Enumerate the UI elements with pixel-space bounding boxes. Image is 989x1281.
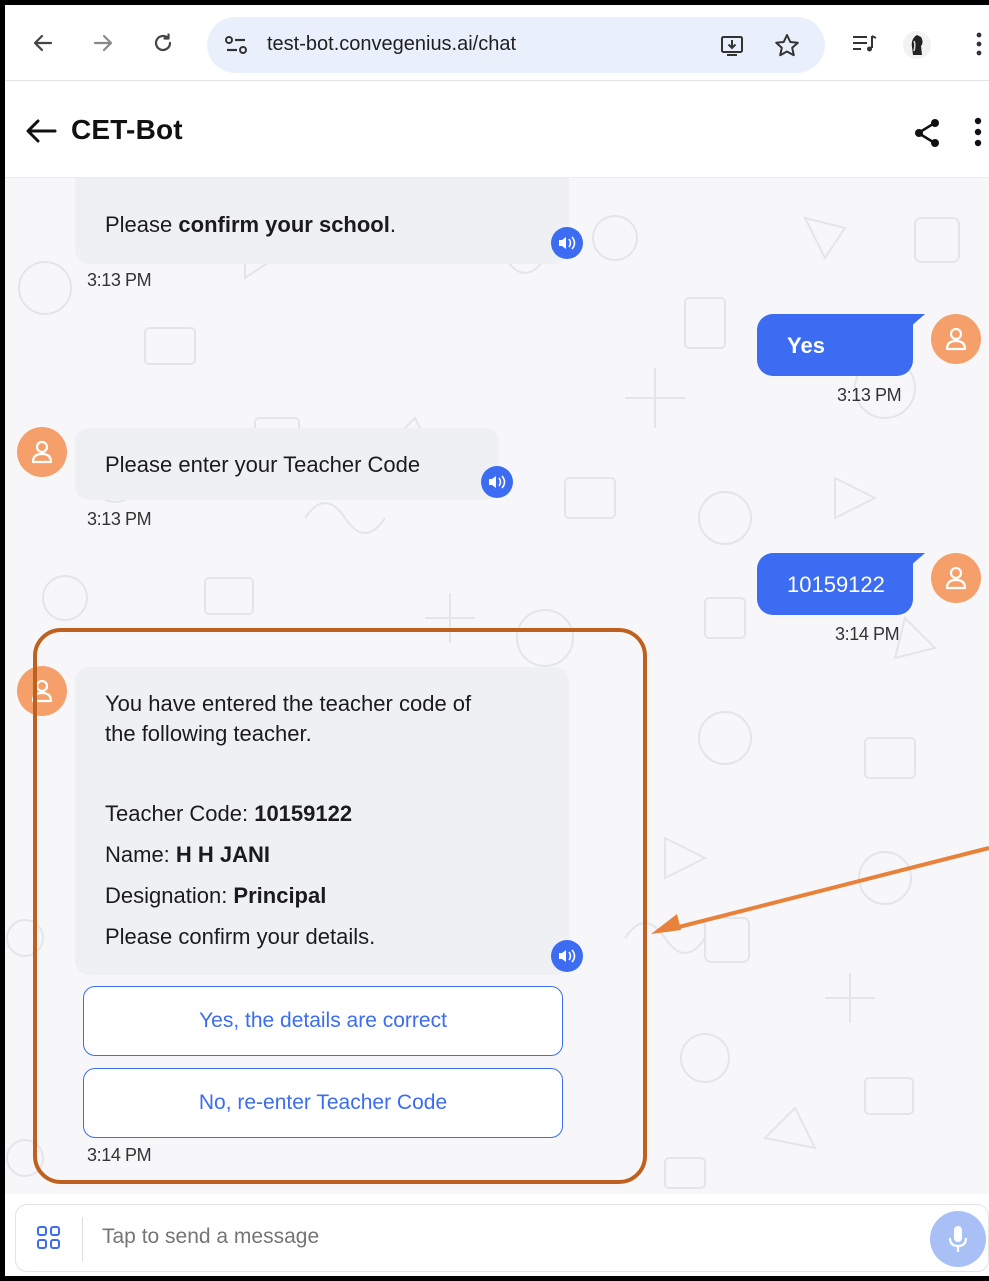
url-text[interactable]: test-bot.convegenius.ai/chat — [267, 33, 516, 56]
app-header: CET-Bot — [5, 82, 989, 178]
site-settings-icon[interactable] — [223, 33, 249, 57]
user-message-yes: Yes — [757, 314, 913, 376]
browser-menu-icon[interactable] — [975, 31, 983, 57]
bookmark-star-icon[interactable] — [773, 32, 801, 60]
bot-message-confirm-school: Please confirm your school. — [75, 178, 569, 264]
bot-message-enter-teacher-code: Please enter your Teacher Code — [75, 428, 499, 500]
user-icon — [945, 327, 967, 351]
voice-input-button[interactable] — [930, 1211, 986, 1267]
more-options-icon[interactable] — [973, 116, 983, 148]
microphone-icon — [948, 1226, 968, 1252]
screenshot-frame: test-bot.convegenius.ai/chat CET-Bot Ple… — [0, 0, 989, 1281]
browser-forward-button[interactable] — [87, 27, 119, 59]
message-time: 3:13 PM — [87, 509, 152, 529]
message-text-bold: confirm your school — [178, 212, 390, 237]
user-avatar — [931, 314, 981, 364]
speaker-icon — [489, 475, 506, 489]
browser-back-button[interactable] — [27, 27, 59, 59]
chat-area[interactable]: Please confirm your school. 3:13 PM Yes … — [5, 178, 989, 1194]
play-audio-button[interactable] — [551, 227, 583, 259]
browser-window: test-bot.convegenius.ai/chat CET-Bot Ple… — [5, 5, 989, 1276]
media-controls-icon[interactable] — [851, 33, 879, 55]
back-arrow-icon[interactable] — [25, 118, 57, 144]
arrow-right-icon — [93, 34, 113, 52]
message-text-part: . — [389, 212, 396, 237]
annotation-arrow — [651, 846, 989, 934]
message-text: Yes — [787, 333, 825, 358]
browser-toolbar: test-bot.convegenius.ai/chat — [5, 5, 989, 81]
message-composer — [5, 1194, 989, 1276]
browser-reload-button[interactable] — [147, 27, 179, 59]
bot-avatar — [17, 427, 67, 477]
share-icon[interactable] — [913, 118, 941, 148]
message-text: 10159122 — [787, 572, 885, 597]
message-input[interactable] — [102, 1225, 802, 1249]
speaker-icon — [559, 236, 576, 250]
page-title: CET-Bot — [71, 114, 183, 145]
message-time: 3:13 PM — [837, 385, 902, 405]
message-time: 3:13 PM — [87, 270, 152, 290]
composer-divider — [82, 1217, 83, 1261]
address-bar[interactable]: test-bot.convegenius.ai/chat — [207, 17, 825, 73]
user-message-teacher-code: 10159122 — [757, 553, 913, 615]
user-icon — [31, 440, 53, 464]
bubble-tail — [909, 314, 925, 328]
menu-grid-icon[interactable] — [36, 1225, 62, 1251]
play-audio-button[interactable] — [481, 466, 513, 498]
arrow-left-icon — [33, 34, 53, 52]
highlight-box — [33, 628, 647, 1184]
reload-icon — [154, 33, 172, 52]
message-text: Please confirm your school. — [105, 212, 396, 238]
install-app-icon[interactable] — [719, 32, 747, 60]
message-text-part: Please — [105, 212, 179, 237]
user-icon — [945, 566, 967, 590]
profile-avatar[interactable] — [903, 31, 931, 59]
message-time: 3:14 PM — [835, 624, 900, 644]
message-text: Please enter your Teacher Code — [105, 452, 421, 477]
user-avatar — [931, 553, 981, 603]
profile-picture-icon — [911, 35, 923, 55]
composer-box — [15, 1204, 989, 1272]
bubble-tail — [909, 553, 925, 567]
